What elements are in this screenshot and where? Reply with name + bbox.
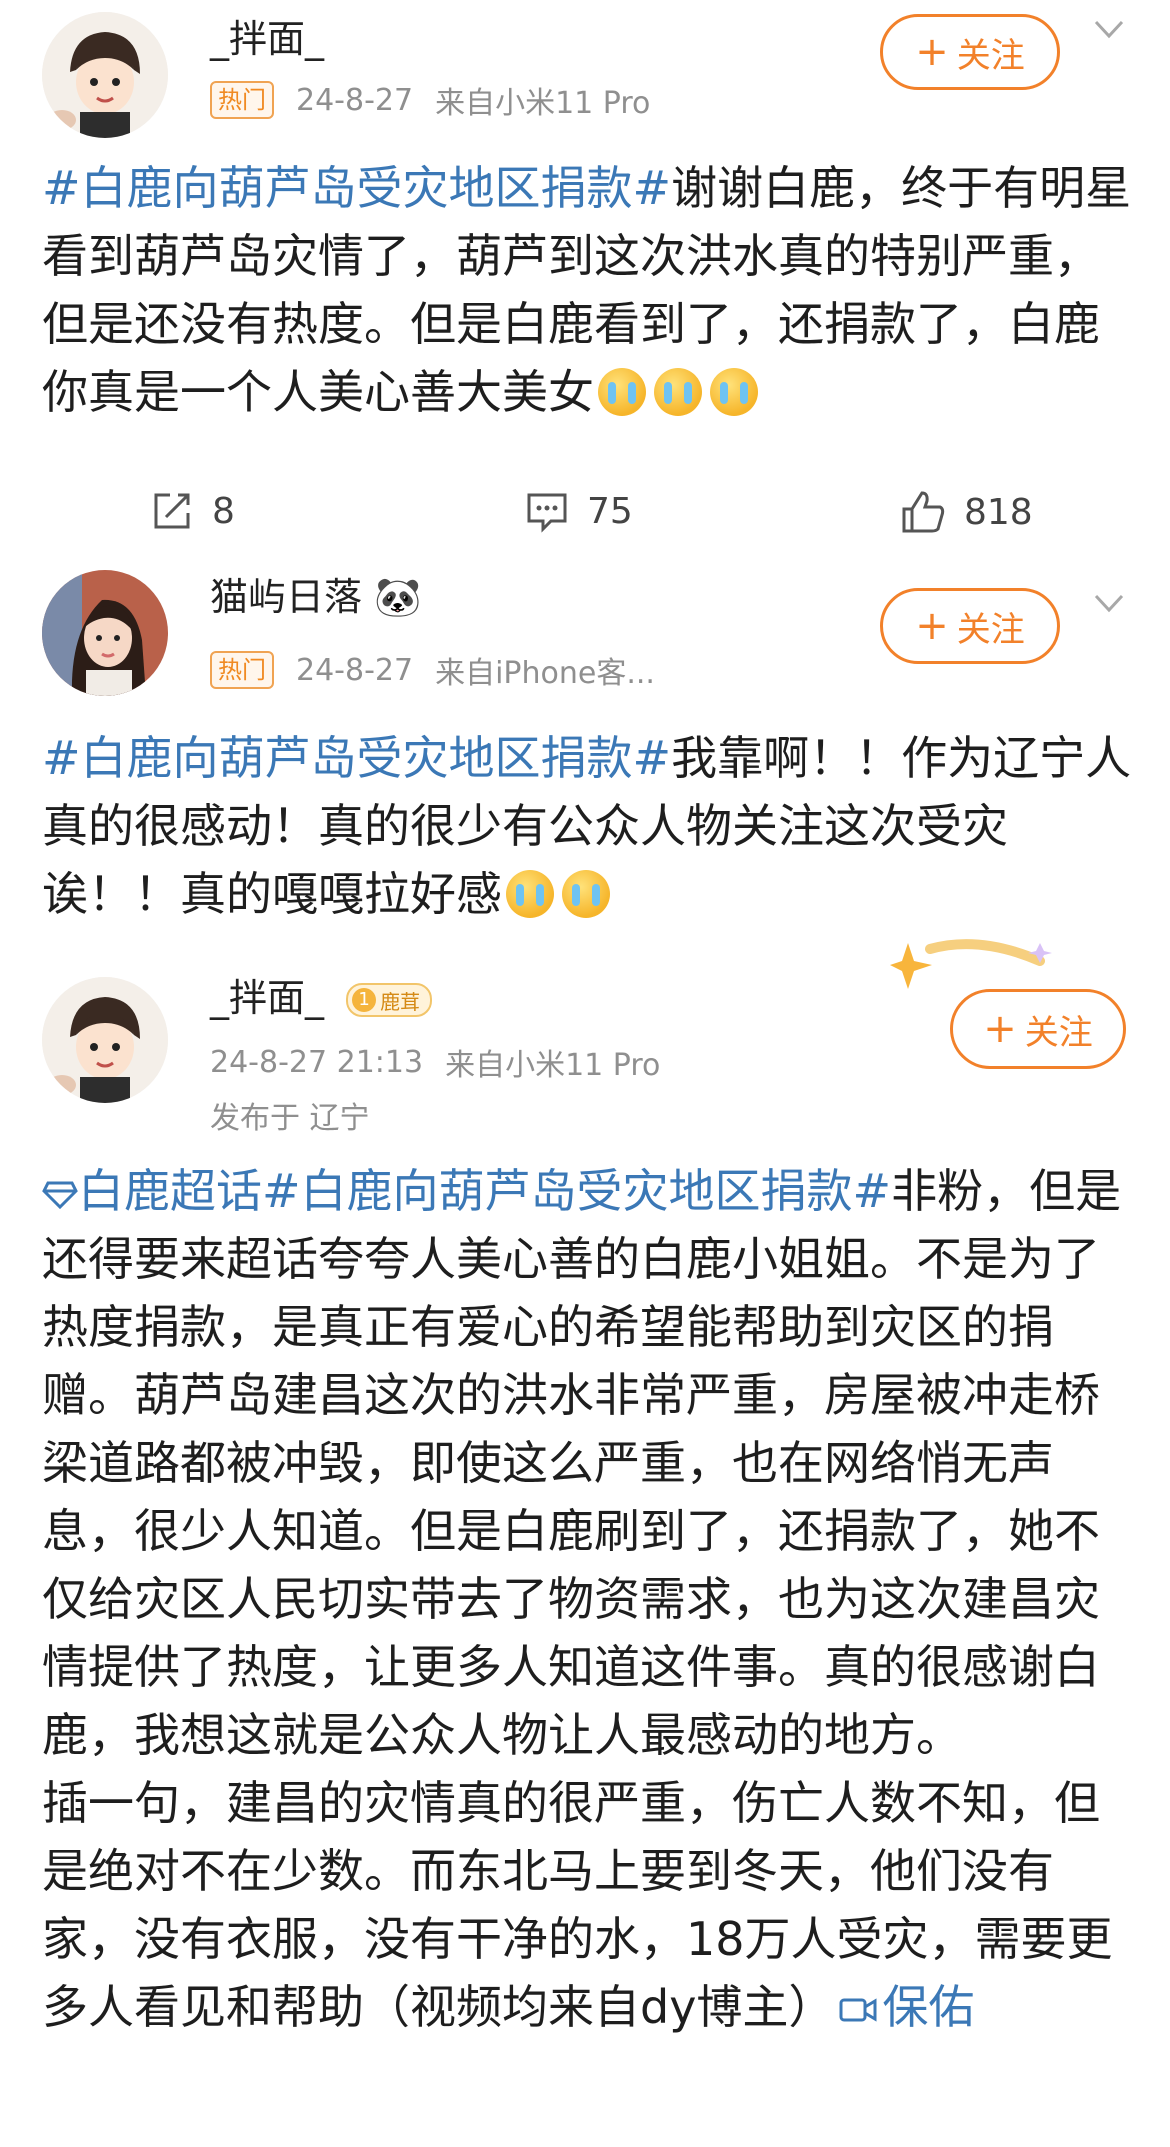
avatar[interactable] <box>42 570 168 696</box>
avatar[interactable] <box>42 977 168 1103</box>
follow-button[interactable]: + 关注 <box>950 989 1126 1069</box>
source-device: 小米11 Pro <box>495 86 651 121</box>
plus-icon: + <box>983 1006 1017 1052</box>
avatar-girl-photo-icon <box>42 570 168 696</box>
post-datetime: 24-8-27 21:13 <box>210 1044 424 1080</box>
supertopic-label: 白鹿超话 <box>78 1164 262 1218</box>
crying-emoji-icon <box>506 870 554 918</box>
diamond-icon <box>42 1181 78 1210</box>
crying-emoji-icon <box>710 368 758 416</box>
post-date: 24-8-27 <box>296 82 414 118</box>
follow-button[interactable]: + 关注 <box>880 588 1060 664</box>
chevron-down-icon[interactable] <box>1092 586 1126 620</box>
hashtag-link[interactable]: #白鹿向葫芦岛受灾地区捐款# <box>42 731 671 785</box>
panda-emoji: 🐼 <box>374 575 422 619</box>
username-text: 猫屿日落 <box>210 575 363 619</box>
post-meta: 热门 24-8-27 来自 小米11 Pro <box>210 78 650 122</box>
post-date: 24-8-27 <box>296 652 414 688</box>
level-label: 鹿茸 <box>380 989 421 1014</box>
source-prefix: 来自 <box>435 656 496 691</box>
repost-icon <box>154 493 190 529</box>
crying-emoji-icon <box>654 368 702 416</box>
video-link-label: 保佑 <box>882 1980 975 2034</box>
post-card-1: _拌面_ 热门 24-8-27 来自 小米11 Pro + 关注 #白鹿向葫芦岛… <box>0 0 1170 560</box>
crying-emoji-icon <box>598 368 646 416</box>
post-meta: 24-8-27 21:13 来自 小米11 Pro <box>210 1040 660 1084</box>
level-number: 1 <box>352 988 377 1012</box>
video-icon <box>839 1998 877 2022</box>
post-card-2: 猫屿日落 🐼 热门 24-8-27 来自 iPhone客... + 关注 #白鹿… <box>0 570 1170 940</box>
avatar[interactable] <box>42 12 168 138</box>
username[interactable]: 猫屿日落 🐼 <box>210 566 421 621</box>
hot-badge: 热门 <box>210 651 274 689</box>
crying-emoji-icon <box>562 870 610 918</box>
follow-button[interactable]: + 关注 <box>880 14 1060 90</box>
repost-count: 8 <box>212 490 235 532</box>
post-location: 发布于 辽宁 <box>210 1101 370 1136</box>
post-card-3: _拌面_ 1 鹿茸 24-8-27 21:13 来自 小米11 Pro 发布于 … <box>0 939 1170 2147</box>
avatar-cartoon-boy-icon <box>42 12 168 138</box>
follow-label: 关注 <box>1024 1012 1093 1053</box>
post-meta: 热门 24-8-27 来自 iPhone客... <box>210 648 655 692</box>
source-device: 小米11 Pro <box>505 1048 661 1083</box>
username[interactable]: _拌面_ <box>210 8 324 63</box>
action-bar: 8 75 818 <box>0 475 1170 555</box>
follow-label: 关注 <box>956 609 1025 650</box>
plus-icon: + <box>915 29 949 75</box>
supertopic-link[interactable]: 白鹿超话 <box>42 1164 262 1218</box>
like-button[interactable]: 818 <box>900 489 1033 535</box>
plus-icon: + <box>915 603 949 649</box>
comment-button[interactable]: 75 <box>525 489 633 533</box>
post-text: #白鹿向葫芦岛受灾地区捐款#我靠啊！！作为辽宁人真的很感动！真的很少有公众人物关… <box>42 724 1132 928</box>
hot-badge: 热门 <box>210 81 274 119</box>
follow-label: 关注 <box>956 35 1025 76</box>
video-link[interactable]: 保佑 <box>834 1980 974 2034</box>
hashtag-link[interactable]: #白鹿向葫芦岛受灾地区捐款# <box>262 1164 891 1218</box>
repost-button[interactable]: 8 <box>150 489 235 533</box>
like-count: 818 <box>964 491 1033 533</box>
comment-icon <box>527 493 567 533</box>
fan-level-badge: 1 鹿茸 <box>346 983 433 1017</box>
post-text: #白鹿向葫芦岛受灾地区捐款#谢谢白鹿，终于有明星看到葫芦岛灾情了，葫芦到这次洪水… <box>42 154 1132 426</box>
comment-count: 75 <box>587 490 633 532</box>
thumbs-up-icon <box>902 491 945 533</box>
chevron-down-icon[interactable] <box>1092 12 1126 46</box>
hashtag-link[interactable]: #白鹿向葫芦岛受灾地区捐款# <box>42 161 671 215</box>
source-prefix: 来自 <box>435 86 496 121</box>
post-body-paragraph-1: 非粉，但是还得要来超话夸夸人美心善的白鹿小姐姐。不是为了热度捐款，是真正有爱心的… <box>42 1164 1122 1762</box>
post-text: 白鹿超话#白鹿向葫芦岛受灾地区捐款#非粉，但是还得要来超话夸夸人美心善的白鹿小姐… <box>42 1157 1132 2041</box>
username-text: _拌面_ <box>210 976 325 1020</box>
username[interactable]: _拌面_ 1 鹿茸 <box>210 967 433 1022</box>
source-device: iPhone客... <box>495 656 655 691</box>
avatar-cartoon-boy-icon <box>42 977 168 1103</box>
source-prefix: 来自 <box>445 1048 506 1083</box>
